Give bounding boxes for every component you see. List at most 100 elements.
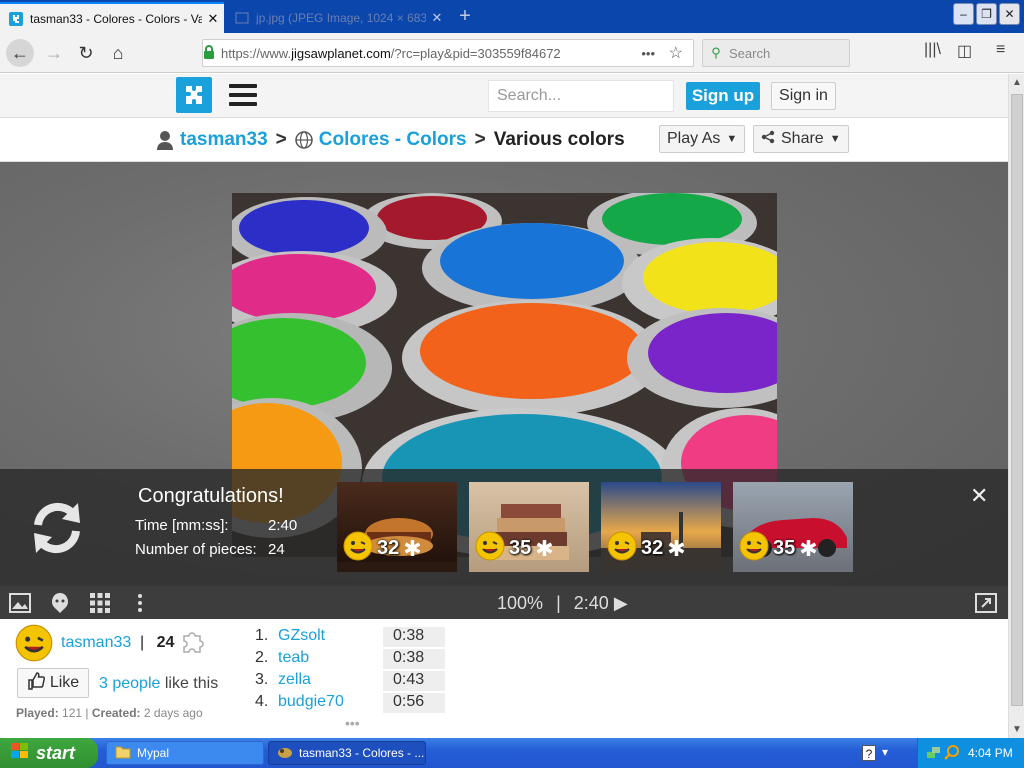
sign-in-button[interactable]: Sign in	[771, 82, 836, 110]
close-window-button[interactable]: ✕	[999, 3, 1020, 25]
bookmark-star-icon[interactable]: ☆	[669, 43, 683, 63]
pieces-label: Number of pieces:	[135, 541, 257, 558]
play-as-dropdown[interactable]: Play As ▼	[659, 125, 746, 153]
help-icon[interactable]: ?	[862, 745, 876, 761]
puzzle-meta: Played: 121 | Created: 2 days ago	[16, 706, 203, 720]
taskbar-item-label: tasman33 - Colores - ...	[299, 746, 425, 760]
rank: 1.	[255, 627, 269, 644]
leaderboard-row: 2. teab 0:38	[255, 649, 445, 671]
clock[interactable]: 4:04 PM	[968, 746, 1013, 760]
scrollbar-thumb[interactable]	[1011, 94, 1023, 706]
played-value: 121	[62, 706, 83, 720]
play-icon[interactable]: ▶	[614, 593, 628, 613]
search-tray-icon[interactable]	[944, 744, 960, 763]
puzzle-stage[interactable]: Congratulations! Time [mm:ss]: 2:40 Numb…	[0, 162, 1008, 586]
restore-button[interactable]: ❐	[976, 3, 997, 25]
smiley-icon	[475, 531, 505, 566]
ghost-image-icon[interactable]	[48, 591, 72, 615]
grid-scatter-icon[interactable]	[88, 591, 112, 615]
more-options-icon[interactable]	[128, 591, 152, 615]
sign-up-button[interactable]: Sign up	[686, 82, 760, 110]
start-label: start	[36, 742, 76, 763]
user-avatar-smiley-icon[interactable]	[15, 624, 53, 667]
player-name-link[interactable]: zella	[278, 671, 311, 689]
suggested-puzzle-1[interactable]: 32 ✱	[337, 482, 457, 572]
congratulations-overlay: Congratulations! Time [mm:ss]: 2:40 Numb…	[0, 469, 1008, 586]
image-preview-icon[interactable]	[8, 591, 32, 615]
taskbar-item-mypal[interactable]: Mypal	[106, 741, 264, 765]
folder-icon	[115, 745, 131, 762]
puzzle-info: tasman33 | 24 Like 3 people like this Pl…	[0, 619, 1008, 737]
tab-title: tasman33 - Colores - Colors - Various co…	[30, 11, 202, 26]
browser-tab-strip: tasman33 - Colores - Colors - Various co…	[0, 0, 1024, 33]
pieces-count: | 24	[140, 634, 174, 652]
replay-icon[interactable]	[26, 497, 88, 559]
suggested-puzzle-2[interactable]: 35 ✱	[469, 482, 589, 572]
suggested-puzzle-4[interactable]: 35 ✱	[733, 482, 853, 572]
play-as-label: Play As	[667, 130, 721, 147]
created-value: 2 days ago	[143, 706, 203, 720]
jigsawplanet-logo[interactable]	[176, 77, 212, 113]
forward-button[interactable]: →	[40, 39, 68, 67]
toolbar-separator: |	[556, 593, 561, 613]
suggestion-badge: 32 ✱	[607, 531, 686, 566]
lock-icon[interactable]	[203, 44, 221, 62]
home-button[interactable]: ⌂	[104, 39, 132, 67]
page-scrollbar[interactable]: ▲ ▼	[1008, 74, 1024, 738]
start-button[interactable]: start	[0, 738, 98, 768]
library-icon[interactable]: |||\	[924, 41, 941, 59]
reload-button[interactable]: ↻	[72, 39, 100, 67]
likes-count-link[interactable]: 3 people	[99, 675, 160, 692]
window-controls: – ❐ ✕	[953, 3, 1020, 25]
browser-search-box[interactable]: ⚲ Search	[702, 39, 850, 67]
puzzle-piece-icon: ✱	[799, 535, 818, 561]
windows-logo-icon	[10, 742, 30, 765]
breadcrumb-category-link[interactable]: Colores - Colors	[319, 129, 467, 151]
suggestion-pieces: 35	[773, 537, 796, 559]
close-overlay-icon[interactable]: ✕	[970, 483, 988, 509]
breadcrumb-user-link[interactable]: tasman33	[180, 129, 268, 151]
site-search-input[interactable]: Search...	[488, 80, 674, 112]
pieces-value: 24	[268, 541, 285, 558]
player-name-link[interactable]: GZsolt	[278, 627, 325, 645]
share-dropdown[interactable]: Share ▼	[753, 125, 849, 153]
suggestion-badge: 32 ✱	[343, 531, 422, 566]
breadcrumb-current-puzzle: Various colors	[493, 129, 625, 150]
like-button[interactable]: Like	[17, 668, 89, 698]
tab-close-icon[interactable]: ✕	[202, 11, 224, 27]
puzzle-piece-icon: ✱	[667, 535, 686, 561]
taskbar-item-browser[interactable]: tasman33 - Colores - ...	[268, 741, 426, 765]
network-icon[interactable]	[926, 744, 942, 763]
tab-active[interactable]: tasman33 - Colores - Colors - Various co…	[0, 2, 224, 33]
created-label: Created:	[91, 706, 141, 720]
breadcrumb-bar: tasman33 > Colores - Colors > Various co…	[0, 118, 1008, 162]
hamburger-menu-icon[interactable]	[229, 84, 257, 106]
share-icon	[761, 130, 775, 149]
search-placeholder: Search	[729, 45, 771, 61]
back-button[interactable]: ←	[6, 39, 34, 67]
url-bar[interactable]: ⓘ https://www.jigsawplanet.com/?rc=play&…	[202, 39, 694, 768]
smiley-icon	[607, 531, 637, 566]
minimize-button[interactable]: –	[953, 3, 974, 25]
rank: 2.	[255, 649, 269, 666]
tab-inactive[interactable]: jp.jpg (JPEG Image, 1024 × 683 pixels) ✕	[226, 2, 448, 33]
suggested-puzzle-3[interactable]: 32 ✱	[601, 482, 721, 572]
fullscreen-icon[interactable]	[974, 591, 998, 615]
taskbar-scroll-icon[interactable]: ▾	[882, 745, 888, 759]
player-name-link[interactable]: teab	[278, 649, 309, 667]
menu-icon[interactable]: ≡	[996, 41, 1005, 59]
page-actions-icon[interactable]: •••	[641, 46, 655, 61]
suggestion-pieces: 32	[641, 537, 664, 559]
jigsaw-favicon-icon	[8, 11, 24, 27]
new-tab-button[interactable]: +	[452, 4, 478, 30]
author-username-link[interactable]: tasman33	[61, 634, 131, 652]
leaderboard-row: 3. zella 0:43	[255, 671, 445, 693]
scroll-up-icon[interactable]: ▲	[1012, 77, 1022, 88]
sidebar-icon[interactable]: ◫	[957, 41, 972, 61]
more-results-icon[interactable]: •••	[345, 715, 360, 731]
tab-close-icon[interactable]: ✕	[426, 10, 448, 26]
zoom-level[interactable]: 100%	[497, 593, 543, 613]
scroll-down-icon[interactable]: ▼	[1012, 724, 1022, 735]
smiley-icon	[739, 531, 769, 566]
player-name-link[interactable]: budgie70	[278, 693, 344, 711]
